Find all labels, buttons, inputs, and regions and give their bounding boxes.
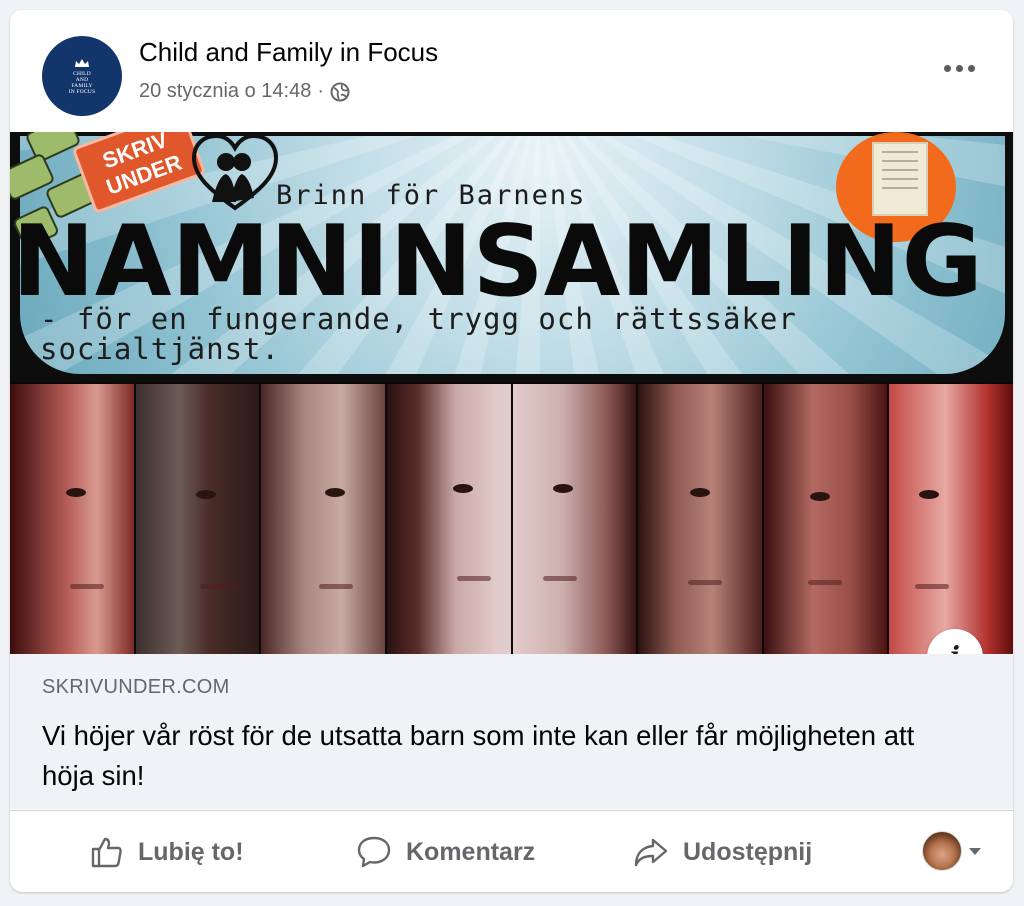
child-face xyxy=(889,384,1013,654)
comment-icon xyxy=(357,836,391,868)
mouth xyxy=(688,580,723,585)
link-preview[interactable]: SKRIVUNDER.COM Vi höjer vår röst för de … xyxy=(10,654,1013,809)
dot xyxy=(956,65,963,72)
reaction-profile-selector[interactable] xyxy=(922,831,981,871)
post-meta: 20 stycznia o 14:48 · xyxy=(139,80,350,103)
post-timestamp[interactable]: 20 stycznia o 14:48 xyxy=(139,80,311,103)
thumbs-up-icon xyxy=(91,837,122,868)
crown-icon xyxy=(75,58,89,67)
eye xyxy=(325,488,346,497)
mouth xyxy=(456,576,491,581)
share-button[interactable]: Udostępnij xyxy=(633,829,812,875)
page-avatar[interactable]: CHILD AND FAMILY IN FOCUS xyxy=(42,36,122,116)
child-face xyxy=(10,384,136,654)
child-face xyxy=(386,384,513,654)
eye xyxy=(552,484,573,493)
mouth xyxy=(199,584,234,589)
child-face xyxy=(135,384,262,654)
child-face xyxy=(638,384,764,654)
child-face xyxy=(512,384,639,654)
more-options-icon[interactable] xyxy=(944,65,975,72)
banner-headline: NAMNINSAMLING xyxy=(12,205,983,319)
post-image[interactable]: SKRIV UNDER Brinn för Barnens NAMNINSAML… xyxy=(10,132,1013,654)
link-domain: SKRIVUNDER.COM xyxy=(42,676,230,698)
share-icon xyxy=(634,838,668,867)
dot xyxy=(968,65,975,72)
eye xyxy=(809,492,830,501)
eye xyxy=(690,488,711,497)
mouth xyxy=(542,576,577,581)
avatar-logo-text: CHILD AND FAMILY IN FOCUS xyxy=(68,70,96,95)
mouth xyxy=(807,580,842,585)
user-avatar xyxy=(922,831,962,871)
mouth xyxy=(915,584,950,589)
children-faces-strip xyxy=(10,384,1013,654)
child-face xyxy=(763,384,890,654)
banner-subline: - för en fungerande, trygg och rättssäke… xyxy=(40,302,797,366)
post-card: CHILD AND FAMILY IN FOCUS Child and Fami… xyxy=(10,10,1013,892)
meta-separator: · xyxy=(317,80,325,102)
post-actions: Lubię to! Komentarz Udostępnij xyxy=(10,810,1013,892)
post-header: CHILD AND FAMILY IN FOCUS Child and Fami… xyxy=(10,10,1013,132)
eye xyxy=(195,490,216,499)
mouth xyxy=(319,584,354,589)
link-title: Vi höjer vår röst för de utsatta barn so… xyxy=(42,720,915,791)
page-name[interactable]: Child and Family in Focus xyxy=(139,37,438,68)
dot xyxy=(944,65,951,72)
comment-label: Komentarz xyxy=(406,837,536,866)
eye xyxy=(66,488,86,497)
image-banner: SKRIV UNDER Brinn för Barnens NAMNINSAML… xyxy=(10,132,1013,382)
child-face xyxy=(261,384,387,654)
mouth xyxy=(70,584,104,589)
share-label: Udostępnij xyxy=(683,837,813,866)
globe-icon[interactable] xyxy=(330,82,350,102)
like-label: Lubię to! xyxy=(138,837,244,866)
like-button[interactable]: Lubię to! xyxy=(90,829,244,875)
heart-children-icon xyxy=(191,133,279,211)
eye xyxy=(919,490,940,499)
eye xyxy=(452,484,473,493)
comment-button[interactable]: Komentarz xyxy=(356,829,535,875)
caret-down-icon xyxy=(969,847,981,855)
